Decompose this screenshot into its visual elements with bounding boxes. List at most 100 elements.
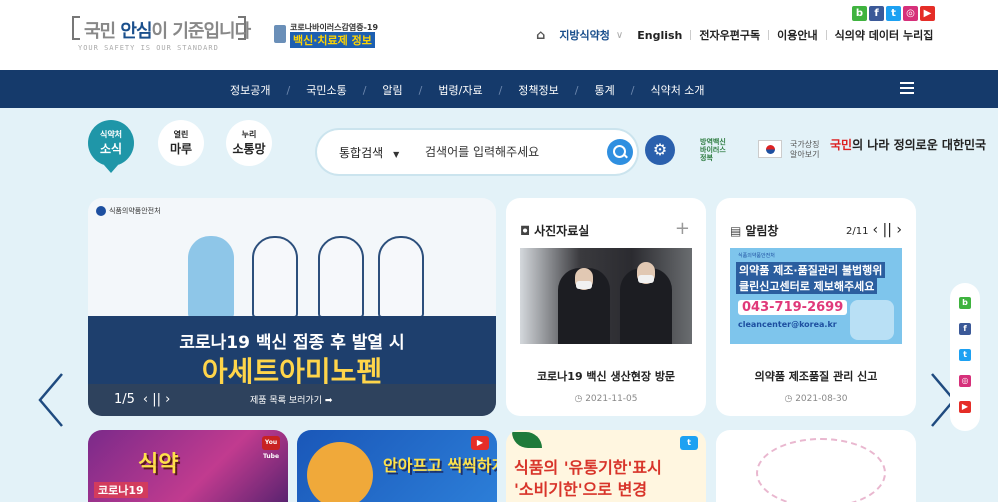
nav-item-notice[interactable]: 알림 (382, 82, 402, 98)
chevron-down-icon[interactable]: ∨ (616, 30, 623, 41)
photo-gallery-card[interactable]: ◘ 사진자료실 + 코로나19 백신 생산현장 방문 ◷ 2021-11-05 (506, 198, 706, 416)
covid-banner-line2: 백신·치료제 정보 (290, 32, 375, 48)
site-logo[interactable]: 국민 안심이 기준입니다 YOUR SAFETY IS OUR STANDARD (72, 14, 251, 54)
category-label-top: 식약처 (99, 130, 123, 139)
tweet-card-expiry-date[interactable]: 식품의 '유통기한'표시 '소비기한'으로 변경 t (506, 430, 706, 502)
youtube-icon[interactable]: ▶ (959, 401, 971, 413)
category-label-main: 마루 (169, 142, 193, 156)
youtube-icon[interactable]: ▶ (920, 6, 935, 21)
main-slider[interactable]: 식품의약품안전처 코로나19 백신 접종 후 발열 시 아세트아미노펜 1/5 ‹… (88, 198, 496, 416)
divider: / (286, 83, 291, 97)
english-link[interactable]: English (637, 29, 682, 42)
divider (768, 30, 770, 40)
notice-icon: ▤ (730, 224, 742, 238)
logo-sub-slogan: YOUR SAFETY IS OUR STANDARD (78, 44, 219, 52)
facebook-icon[interactable]: f (869, 6, 884, 21)
card-title: ◘ 사진자료실 (520, 224, 590, 238)
slider-prev-pause-next[interactable]: ‹ || › (143, 392, 170, 407)
category-label-top: 열린 (173, 130, 189, 139)
header: 국민 안심이 기준입니다 YOUR SAFETY IS OUR STANDARD… (0, 0, 998, 70)
national-symbol-text: 국가상징 알아보기 (790, 140, 820, 159)
divider: / (498, 83, 503, 97)
home-icon[interactable]: ⌂ (536, 28, 545, 43)
hamburger-menu-icon[interactable] (900, 82, 914, 94)
utility-nav: ⌂ 지방식약청 ∨ English 전자우편구독 이용안내 식의약 데이터 누리… (536, 27, 933, 43)
search-icon[interactable] (607, 139, 633, 165)
pills-illustration (850, 300, 894, 340)
tweet-line2: '소비기한'으로 변경 (514, 480, 648, 499)
national-banner[interactable]: 방역백신 바이러스 정복 국가상징 알아보기 국민의 나라 정의로운 대한민국 (700, 134, 986, 174)
slider-controls: 1/5 ‹ || › 제품 목록 보러가기 ➡ (88, 384, 496, 416)
nav-item-laws[interactable]: 법령/자료 (438, 82, 482, 98)
leaf-icon (512, 432, 542, 448)
youtube-icon: You Tube (262, 436, 280, 460)
nav-item-stats[interactable]: 통계 (594, 82, 614, 98)
blog-icon[interactable]: b (852, 6, 867, 21)
divider: / (574, 83, 579, 97)
vaccine-icon (274, 25, 286, 43)
data-portal-link[interactable]: 식의약 데이터 누리집 (835, 27, 934, 43)
notice-prev-pause-next[interactable]: ‹ || › (872, 222, 902, 238)
notice-card[interactable]: ▤ 알림창 2/11 ‹ || › 식품의약품안전처 의약품 제조·품질관리 불법행… (716, 198, 916, 416)
divider (825, 30, 827, 40)
nav-item-communication[interactable]: 국민소통 (306, 82, 346, 98)
youtube-icon: ▶ (471, 436, 489, 450)
card-title: ▤ 알림창 (730, 224, 779, 238)
category-mfds-news[interactable]: 식약처 소식 (88, 120, 134, 173)
search-input[interactable] (425, 142, 605, 162)
category-open-maru[interactable]: 열린 마루 (158, 120, 204, 166)
category-label-main: 소통망 (232, 142, 266, 156)
card-caption[interactable]: 의약품 제조품질 관리 신고 (716, 368, 916, 384)
category-social-network[interactable]: 누리 소통망 (226, 120, 272, 166)
email-subscribe-link[interactable]: 전자우편구독 (699, 27, 760, 43)
covid-vaccine-banner[interactable]: 코로나바이러스감염증-19 백신·치료제 정보 (274, 22, 384, 48)
divider: / (630, 83, 635, 97)
notice-pagination: 2/11 ‹ || › (846, 222, 902, 238)
usage-guide-link[interactable]: 이용안내 (777, 27, 817, 43)
slogan-text: 국민의 나라 정의로운 대한민국 (830, 138, 987, 152)
taegukgi-icon (758, 140, 782, 158)
video-card-kids[interactable]: 안아프고 씩씩하게 ▶ (297, 430, 497, 502)
instagram-icon[interactable]: ◎ (959, 375, 971, 387)
divider (690, 30, 692, 40)
twitter-icon: t (680, 436, 698, 450)
video-title: 안아프고 씩씩하게 (383, 456, 497, 475)
gear-icon[interactable]: ⚙ (645, 135, 675, 165)
img-tel: 043-719-2699 (738, 300, 848, 315)
search-scope-select[interactable]: 통합검색 ▼ (339, 144, 399, 161)
logo-bracket-left (72, 16, 80, 40)
twitter-icon[interactable]: t (886, 6, 901, 21)
img-org-label: 식품의약품안전처 (738, 253, 775, 259)
twitter-icon[interactable]: t (959, 349, 971, 361)
illustration-card[interactable] (716, 430, 916, 502)
side-sns-bar: b f t ◎ ▶ (950, 283, 980, 431)
instagram-icon[interactable]: ◎ (903, 6, 918, 21)
img-mail: cleancenter@korea.kr (738, 320, 837, 329)
region-office-link[interactable]: 지방식약청 (559, 27, 610, 43)
slider-pagination: 1/5 ‹ || › (114, 392, 171, 407)
photo-thumbnail[interactable] (520, 248, 692, 344)
medical-staff-illustration (168, 218, 458, 318)
main-nav: 정보공개 / 국민소통 / 알림 / 법령/자료 / 정책정보 / 통계 / 식… (0, 70, 998, 108)
notice-thumbnail[interactable]: 식품의약품안전처 의약품 제조·품질관리 불법행위 클린신고센터로 제보해주세요… (730, 248, 902, 344)
card-date: ◷ 2021-11-05 (574, 394, 638, 404)
video-card-food-drug[interactable]: 식약 코로나19 You Tube (88, 430, 288, 502)
sns-top-links: b f t ◎ ▶ (852, 6, 935, 21)
card-caption[interactable]: 코로나19 백신 생산현장 방문 (506, 368, 706, 384)
img-line2: 클린신고센터로 제보해주세요 (736, 278, 878, 294)
cocomong-mascot (307, 442, 373, 502)
category-label-main: 소식 (99, 142, 123, 156)
org-label: 식품의약품안전처 (96, 206, 161, 216)
nav-item-policy[interactable]: 정책정보 (518, 82, 558, 98)
video-subtitle: 코로나19 (94, 482, 148, 498)
researchers-illustration (756, 438, 886, 502)
carousel-prev-arrow-icon[interactable] (38, 372, 64, 428)
blog-icon[interactable]: b (959, 297, 971, 309)
facebook-icon[interactable]: f (959, 323, 971, 335)
category-label-top: 누리 (241, 130, 257, 139)
divider: / (362, 83, 367, 97)
nav-item-disclosure[interactable]: 정보공개 (230, 82, 270, 98)
nav-item-about[interactable]: 식약처 소개 (650, 82, 704, 98)
product-list-link[interactable]: 제품 목록 보러가기 ➡ (250, 393, 332, 406)
plus-icon[interactable]: + (675, 218, 690, 239)
